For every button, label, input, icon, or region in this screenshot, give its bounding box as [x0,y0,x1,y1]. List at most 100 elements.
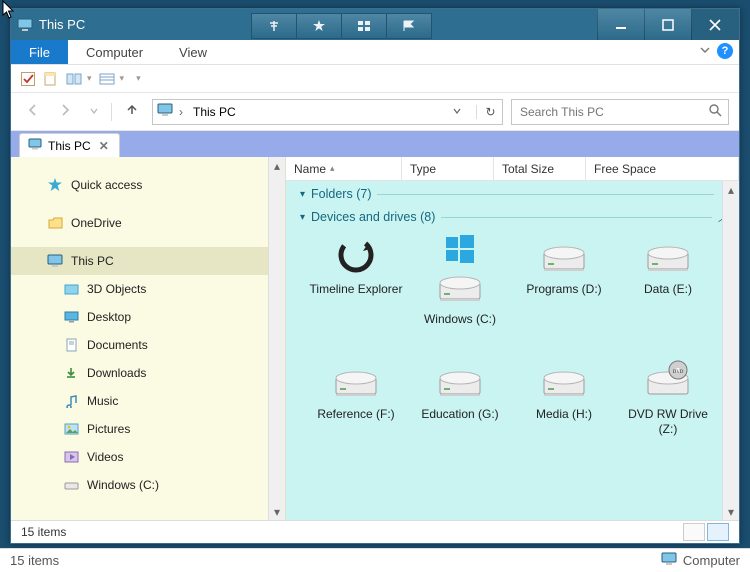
ribbon-tab-computer[interactable]: Computer [68,40,161,64]
view-icons-button[interactable] [707,523,729,541]
device-item[interactable]: Reference (F:) [308,360,404,437]
column-name[interactable]: Name▴ [286,157,402,180]
address-bar[interactable]: › This PC ↻ [152,99,503,125]
device-label: Data (E:) [620,282,716,312]
scroll-up-icon[interactable]: ▴ [269,157,285,174]
content-scrollbar[interactable]: ▴ ▾ [722,181,739,520]
scroll-down-icon[interactable]: ▾ [723,503,739,520]
navigation-pane[interactable]: Quick access OneDrive This PC 3D Objects… [11,157,286,520]
file-tab[interactable]: File [11,40,68,64]
device-item[interactable]: Programs (D:) [516,235,612,342]
device-label: DVD RW Drive (Z:) [620,407,716,437]
nav-windows-c[interactable]: Windows (C:) [11,471,285,499]
sort-asc-icon: ▴ [330,163,335,174]
ribbon-tabs: File Computer View ? [11,40,739,65]
nav-desktop[interactable]: Desktop [11,303,285,331]
group-folders[interactable]: ▾ Folders (7) ⌄ [290,181,739,203]
search-icon [708,103,722,120]
nav-documents[interactable]: Documents [11,331,285,359]
nav-videos[interactable]: Videos [11,443,285,471]
address-location[interactable]: This PC [189,103,240,121]
column-free-space[interactable]: Free Space [586,157,739,180]
recent-dropdown[interactable] [85,101,103,123]
view-details-button[interactable] [683,523,705,541]
column-type[interactable]: Type [402,157,494,180]
refresh-button[interactable]: ↻ [476,105,498,119]
close-button[interactable] [691,9,739,40]
nav-music[interactable]: Music [11,387,285,415]
toolbar-overflow-icon[interactable]: ▾ [136,73,141,84]
nav-label: This PC [71,254,114,268]
toolbar-properties-icon[interactable] [41,70,59,88]
ribbon-tab-view[interactable]: View [161,40,225,64]
device-label: Programs (D:) [516,282,612,312]
nav-scrollbar[interactable]: ▴ ▾ [268,157,285,520]
nav-pictures[interactable]: Pictures [11,415,285,443]
back-button[interactable] [21,98,45,125]
star-icon [47,177,63,193]
this-pc-icon [17,18,33,32]
device-item[interactable]: Data (E:) [620,235,716,342]
nav-this-pc[interactable]: This PC [11,247,285,275]
nav-label: 3D Objects [87,282,146,296]
search-box[interactable] [511,99,729,125]
up-button[interactable] [120,98,144,125]
select-all-checkbox[interactable] [21,72,35,86]
window-title: This PC [39,17,85,32]
minimize-button[interactable] [597,9,645,40]
nav-separator [111,103,112,121]
drive-icon [63,477,79,493]
document-tab[interactable]: This PC ✕ [19,133,120,157]
titlebar[interactable]: This PC [11,9,739,40]
status-pc-icon [661,552,677,569]
qat-arrange-button[interactable] [341,13,387,39]
folder-icon [47,215,63,231]
pc-icon [47,253,63,269]
nav-label: Videos [87,450,123,464]
folder-icon [63,281,79,297]
nav-downloads[interactable]: Downloads [11,359,285,387]
column-total-size[interactable]: Total Size [494,157,586,180]
mouse-cursor [2,0,18,20]
device-item[interactable]: Media (H:) [516,360,612,437]
address-dropdown[interactable] [448,105,466,119]
videos-icon [63,449,79,465]
address-pc-icon [157,103,173,120]
pictures-icon [63,421,79,437]
tab-close-icon[interactable]: ✕ [97,139,111,153]
address-bar-row: › This PC ↻ [11,93,739,131]
tab-pc-icon [28,138,42,153]
device-label: Media (H:) [516,407,612,437]
nav-3d-objects[interactable]: 3D Objects [11,275,285,303]
forward-button[interactable] [53,98,77,125]
toolbar-view-icon[interactable] [98,70,116,88]
qat-flag-button[interactable] [386,13,432,39]
toolbar-dropdown-icon-2[interactable]: ▾ [120,73,125,84]
qat-pin-button[interactable] [251,13,297,39]
device-item[interactable]: Education (G:) [412,360,508,437]
address-chevron-icon[interactable]: › [179,105,183,119]
device-label: Education (G:) [412,407,508,437]
device-item[interactable]: Windows (C:) [412,235,508,342]
music-icon [63,393,79,409]
device-item[interactable]: Timeline Explorer [308,235,404,342]
maximize-button[interactable] [644,9,692,40]
content-area[interactable]: ▾ Folders (7) ⌄ ▾ Devices and drives (8)… [286,181,739,520]
nav-quick-access[interactable]: Quick access [11,171,285,199]
toolbar-dropdown-icon[interactable]: ▾ [87,73,92,84]
search-input[interactable] [518,104,708,120]
device-item[interactable]: DVDDVD RW Drive (Z:) [620,360,716,437]
ribbon-expand-button[interactable] [699,44,711,59]
nav-label: OneDrive [71,216,122,230]
group-devices[interactable]: ▾ Devices and drives (8) ︿ [290,203,739,227]
qat-star-button[interactable] [296,13,342,39]
window-controls [598,9,739,40]
nav-onedrive[interactable]: OneDrive [11,209,285,237]
nav-label: Downloads [87,366,146,380]
help-button[interactable]: ? [717,43,733,59]
outer-status-left: 15 items [10,553,59,568]
desktop-icon [63,309,79,325]
scroll-up-icon[interactable]: ▴ [723,181,739,198]
toolbar-layout-icon[interactable] [65,70,83,88]
scroll-down-icon[interactable]: ▾ [269,503,285,520]
